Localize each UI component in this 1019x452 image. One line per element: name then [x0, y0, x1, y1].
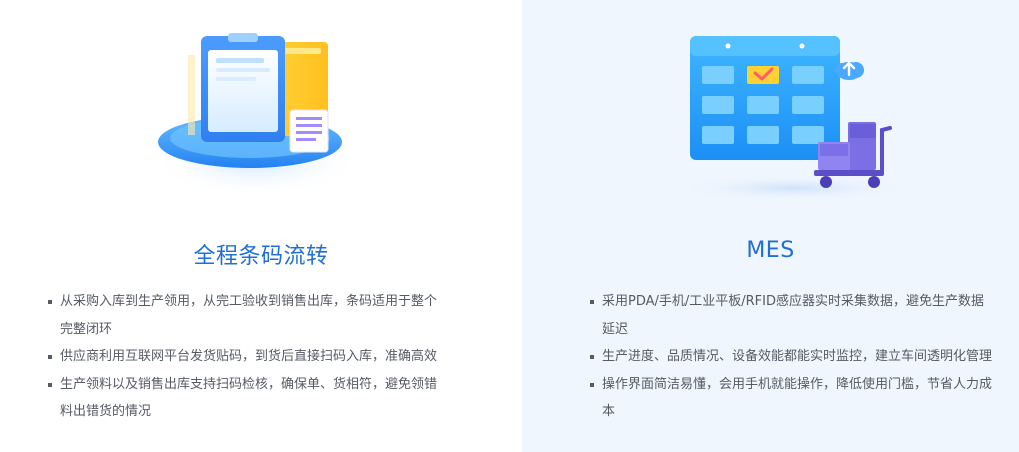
feature-text: 生产进度、品质情况、设备效能都能实时监控，建立车间透明化管理 — [602, 349, 993, 364]
feature-text: 操作界面简洁易懂，会用手机就能操作，降低使用门槛，节省人力成本 — [602, 376, 993, 420]
bullet-icon — [48, 382, 52, 387]
feature-text: 生产领料以及销售出库支持扫码检核，确保单、货相符，避免领错料出错货的情况 — [60, 376, 438, 420]
feature-card-mes: MES 采用PDA/手机/工业平板/RFID感应器实时采集数据，避免生产数据延迟… — [522, 0, 1019, 452]
feature-list-item: 采用PDA/手机/工业平板/RFID感应器实时采集数据，避免生产数据延迟 — [589, 288, 994, 343]
feature-cards: 全程条码流转 从采购入库到生产领用，从完工验收到销售出库，条码适用于整个完整闭环… — [0, 0, 1019, 452]
feature-list-item: 操作界面简洁易懂，会用手机就能操作，降低使用门槛，节省人力成本 — [589, 371, 994, 426]
bullet-icon — [590, 355, 594, 359]
feature-text: 采用PDA/手机/工业平板/RFID感应器实时采集数据，避免生产数据延迟 — [602, 294, 985, 337]
card-title: 全程条码流转 — [193, 244, 329, 269]
feature-card-barcode: 全程条码流转 从采购入库到生产领用，从完工验收到销售出库，条码适用于整个完整闭环… — [0, 0, 522, 452]
calendar-cart-icon — [668, 36, 918, 202]
bullet-icon — [48, 355, 52, 359]
feature-text: 从采购入库到生产领用，从完工验收到销售出库，条码适用于整个完整闭环 — [60, 294, 438, 337]
bullet-icon — [48, 300, 52, 304]
feature-list-item: 生产领料以及销售出库支持扫码检核，确保单、货相符，避免领错料出错货的情况 — [47, 371, 447, 426]
bullet-icon — [590, 300, 594, 304]
feature-text: 供应商利用互联网平台发货贴码，到货后直接扫码入库，准确高效 — [60, 349, 438, 364]
feature-list-item: 供应商利用互联网平台发货贴码，到货后直接扫码入库，准确高效 — [47, 343, 447, 371]
card-title: MES — [746, 238, 795, 263]
bullet-icon — [590, 382, 594, 387]
clipboard-document-icon — [150, 33, 360, 198]
feature-list-item: 生产进度、品质情况、设备效能都能实时监控，建立车间透明化管理 — [589, 343, 994, 371]
feature-list: 从采购入库到生产领用，从完工验收到销售出库，条码适用于整个完整闭环 供应商利用互… — [47, 288, 447, 426]
feature-list-item: 从采购入库到生产领用，从完工验收到销售出库，条码适用于整个完整闭环 — [47, 288, 447, 343]
feature-list: 采用PDA/手机/工业平板/RFID感应器实时采集数据，避免生产数据延迟 生产进… — [589, 288, 994, 426]
